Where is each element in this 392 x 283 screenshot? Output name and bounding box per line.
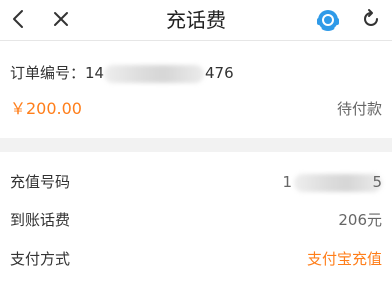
payment-method-label: 支付方式 [10, 250, 71, 268]
phone-number-suffix: 5 [372, 173, 382, 191]
order-number-suffix: 476 [205, 64, 234, 82]
refresh-icon[interactable] [360, 8, 382, 30]
credit-amount-value: 206元 [338, 211, 382, 229]
section-divider [0, 138, 392, 152]
phone-number-label: 充值号码 [10, 173, 71, 191]
redacted-order-number [104, 65, 204, 83]
order-summary: 订单编号：14 476 ￥200.00 待付款 [0, 41, 392, 138]
customer-service-icon[interactable] [315, 7, 341, 33]
order-status: 待付款 [336, 100, 382, 118]
top-bar: 充话费 [0, 0, 392, 41]
credit-amount-label: 到账话费 [10, 211, 71, 229]
order-number-prefix: 14 [85, 64, 105, 82]
order-details: 充值号码 1 5 到账话费 206元 支付方式 支付宝充值 [0, 152, 392, 283]
payment-method-value[interactable]: 支付宝充值 [307, 249, 382, 269]
phone-number-prefix: 1 [282, 173, 292, 191]
redacted-phone-number [294, 174, 382, 192]
order-amount: ￥200.00 [10, 99, 82, 118]
order-number-label: 订单编号： [10, 64, 86, 82]
